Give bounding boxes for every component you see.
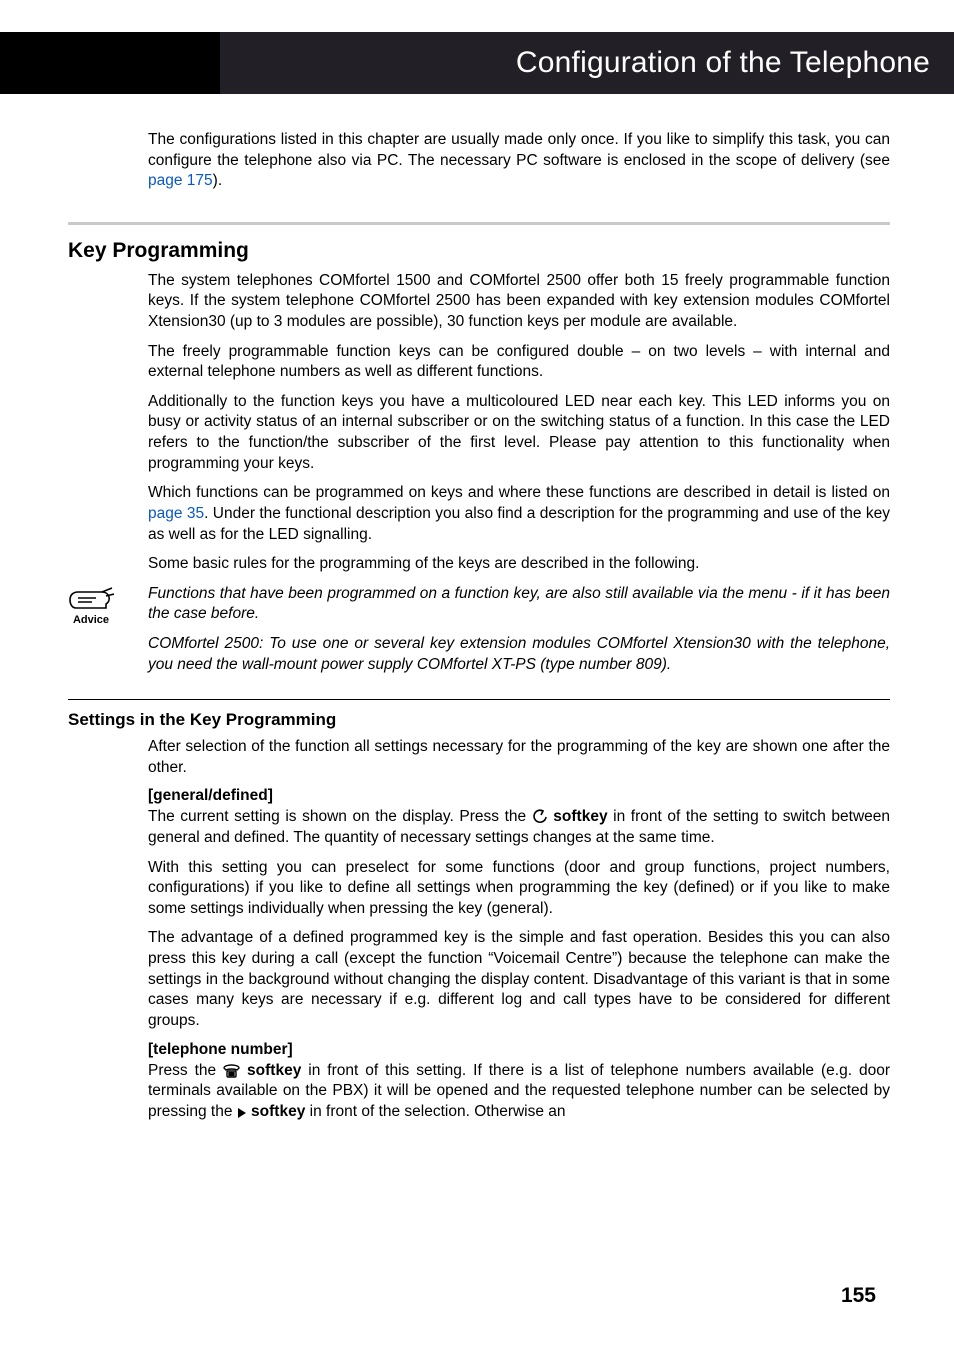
page-link-175[interactable]: page 175 bbox=[148, 172, 213, 189]
kp-p1: The system telephones COMfortel 1500 and… bbox=[148, 271, 890, 333]
heading-key-programming: Key Programming bbox=[68, 239, 890, 263]
kp-p4b: . Under the functional description you a… bbox=[148, 505, 890, 543]
kp-p2: The freely programmable function keys ca… bbox=[148, 342, 890, 383]
page-content: The configurations listed in this chapte… bbox=[148, 130, 890, 1131]
header-black-block bbox=[0, 32, 220, 94]
play-icon bbox=[237, 1107, 247, 1119]
tn-p1e: in front of the selection. Otherwise an bbox=[305, 1103, 565, 1120]
subsection-divider bbox=[68, 699, 890, 700]
tn-p1: Press the softkey in front of this setti… bbox=[148, 1061, 890, 1123]
toggle-icon bbox=[532, 809, 548, 824]
gd-softkey: softkey bbox=[548, 808, 608, 825]
kp-p4a: Which functions can be programmed on key… bbox=[148, 484, 890, 501]
phone-icon bbox=[223, 1064, 240, 1078]
kp-p3: Additionally to the function keys you ha… bbox=[148, 392, 890, 474]
tn-softkey-1: softkey bbox=[240, 1062, 301, 1079]
page-number: 155 bbox=[841, 1284, 876, 1308]
gd-p1a: The current setting is shown on the disp… bbox=[148, 808, 532, 825]
chapter-header: Configuration of the Telephone bbox=[0, 32, 954, 94]
chapter-title: Configuration of the Telephone bbox=[516, 46, 930, 80]
advice-icon-wrap: Advice bbox=[56, 586, 126, 626]
tn-softkey-2: softkey bbox=[247, 1103, 306, 1120]
advice-label: Advice bbox=[56, 614, 126, 626]
advice-block: Advice Functions that have been programm… bbox=[148, 584, 890, 675]
header-title-wrap: Configuration of the Telephone bbox=[220, 32, 954, 94]
advice-text-2: COMfortel 2500: To use one or several ke… bbox=[148, 634, 890, 675]
skp-p1: After selection of the function all sett… bbox=[148, 737, 890, 778]
tn-p1a: Press the bbox=[148, 1062, 223, 1079]
advice-hand-icon bbox=[68, 586, 114, 612]
gd-p1: The current setting is shown on the disp… bbox=[148, 807, 890, 848]
section-divider bbox=[68, 222, 890, 225]
gd-p3: The advantage of a defined programmed ke… bbox=[148, 928, 890, 1031]
intro-text-1: The configurations listed in this chapte… bbox=[148, 131, 890, 169]
advice-text-1: Functions that have been programmed on a… bbox=[148, 584, 890, 625]
subheading-telephone-number: [telephone number] bbox=[148, 1041, 890, 1059]
heading-settings-key-programming: Settings in the Key Programming bbox=[68, 710, 890, 730]
gd-p2: With this setting you can preselect for … bbox=[148, 858, 890, 920]
kp-p4: Which functions can be programmed on key… bbox=[148, 483, 890, 545]
page-link-35[interactable]: page 35 bbox=[148, 505, 204, 522]
intro-paragraph: The configurations listed in this chapte… bbox=[148, 130, 890, 192]
intro-text-2: ). bbox=[213, 172, 222, 189]
kp-p5: Some basic rules for the programming of … bbox=[148, 554, 890, 575]
subheading-general-defined: [general/defined] bbox=[148, 787, 890, 805]
